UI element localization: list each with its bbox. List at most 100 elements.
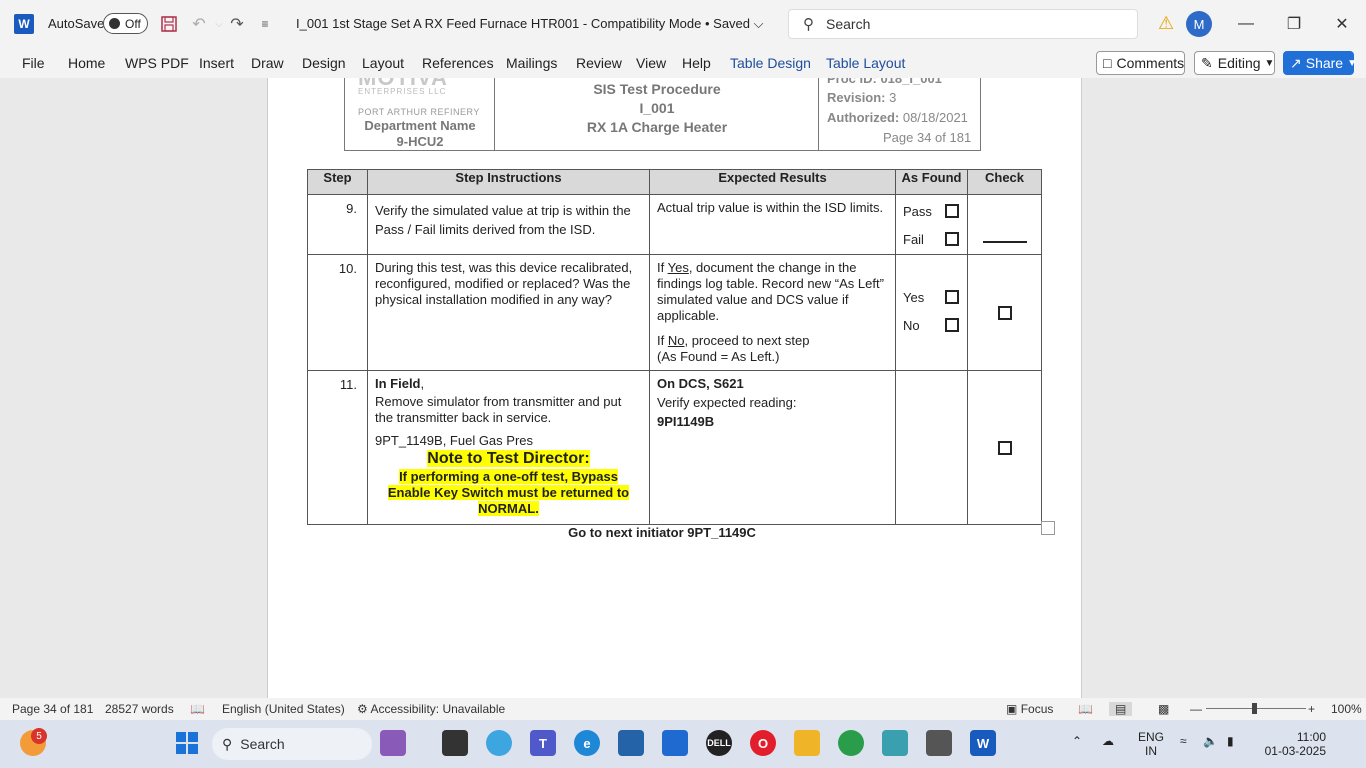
maximize-icon[interactable]: ❐ (1282, 12, 1306, 36)
app-icon[interactable] (926, 730, 952, 756)
tab-mailings[interactable]: Mailings (506, 55, 557, 71)
tab-draw[interactable]: Draw (251, 55, 284, 71)
print-layout-icon[interactable]: ▤ (1109, 702, 1133, 716)
teams-icon[interactable]: T (530, 730, 556, 756)
opera-icon[interactable]: O (750, 730, 776, 756)
tab-design[interactable]: Design (302, 55, 346, 71)
avatar[interactable]: M (1186, 11, 1212, 37)
step-instructions[interactable]: In Field, Remove simulator from transmit… (367, 370, 650, 525)
focus-button[interactable]: ▣ Focus (1006, 702, 1053, 716)
battery-icon[interactable]: ▮ (1227, 734, 1234, 748)
copilot-search-icon[interactable] (380, 730, 406, 756)
expected-results[interactable]: Actual trip value is within the ISD limi… (649, 194, 896, 255)
customize-icon[interactable]: ≡ (254, 13, 276, 35)
pass-checkbox[interactable] (945, 204, 959, 218)
zoom-slider-thumb[interactable] (1252, 703, 1257, 714)
file-explorer-icon[interactable] (794, 730, 820, 756)
dell-icon[interactable]: DELL (706, 730, 732, 756)
taskbar: 5 ⚲ Search T e DELL O W ⌃ ☁ ENG IN ≈ 🔈 ▮… (0, 720, 1366, 768)
language-indicator[interactable]: ENG IN (1138, 730, 1164, 758)
tab-wps-pdf[interactable]: WPS PDF (125, 55, 189, 71)
document-title[interactable]: I_001 1st Stage Set A RX Feed Furnace HT… (296, 16, 764, 32)
editing-label: Editing (1217, 55, 1261, 71)
zoom-out-icon[interactable]: — (1190, 702, 1202, 716)
editing-button[interactable]: ✎ Editing ▼ (1194, 51, 1275, 75)
remove-simulator-text: Remove simulator from transmitter and pu… (375, 394, 622, 425)
volume-icon[interactable]: 🔈 (1203, 734, 1218, 748)
start-icon[interactable] (174, 730, 200, 756)
check-checkbox[interactable] (997, 306, 1012, 321)
word-count[interactable]: 28527 words (105, 702, 174, 716)
document-area[interactable]: MOTIVA ENTERPRISES LLC PORT ARTHUR REFIN… (0, 78, 1366, 698)
wifi-icon[interactable]: ≈ (1180, 734, 1187, 748)
dcs-tag: 9PI1149B (657, 414, 715, 429)
page-count[interactable]: Page 34 of 181 (12, 702, 93, 716)
yes-checkbox[interactable] (945, 290, 959, 304)
step-instructions[interactable]: Verify the simulated value at trip is wi… (367, 194, 650, 255)
initials-line[interactable] (982, 241, 1027, 243)
no-checkbox[interactable] (945, 318, 959, 332)
tab-file[interactable]: File (22, 55, 45, 71)
photos-icon[interactable] (882, 730, 908, 756)
verify-text: Verify expected reading: (657, 395, 797, 410)
as-found-option[interactable]: No (896, 311, 967, 339)
status-bar: Page 34 of 181 28527 words 📖 English (Un… (0, 698, 1366, 720)
tab-layout[interactable]: Layout (362, 55, 404, 71)
tab-review[interactable]: Review (576, 55, 622, 71)
store-icon[interactable] (618, 730, 644, 756)
redo-icon[interactable]: ↷ (226, 13, 248, 35)
proofing-icon[interactable]: 📖 (190, 702, 205, 716)
task-view-icon[interactable] (442, 730, 468, 756)
tab-home[interactable]: Home (68, 55, 105, 71)
tab-table-design[interactable]: Table Design (730, 55, 811, 71)
share-button[interactable]: ↗ Share ▼ (1283, 51, 1357, 75)
step-instructions[interactable]: During this test, was this device recali… (367, 254, 650, 371)
expected-results[interactable]: If Yes, document the change in the findi… (649, 254, 896, 371)
edge-icon[interactable]: e (574, 730, 600, 756)
search-icon: ⚲ (222, 735, 233, 752)
tab-help[interactable]: Help (682, 55, 711, 71)
fail-checkbox[interactable] (945, 232, 959, 246)
power-automate-icon[interactable] (662, 730, 688, 756)
clock[interactable]: 11:00 01-03-2025 (1258, 730, 1326, 758)
word-taskbar-icon[interactable]: W (970, 730, 996, 756)
web-layout-icon[interactable]: ▩ (1158, 702, 1169, 716)
close-icon[interactable]: ✕ (1330, 12, 1354, 36)
as-found-option[interactable]: Fail (896, 225, 967, 253)
autosave-state: Off (125, 16, 141, 31)
tab-insert[interactable]: Insert (199, 55, 234, 71)
search-input[interactable]: ⚲ Search (788, 9, 1138, 39)
check-checkbox[interactable] (997, 441, 1012, 456)
accessibility-status[interactable]: ⚙ Accessibility: Unavailable (357, 702, 505, 716)
comments-label: Comments (1116, 55, 1185, 71)
tab-table-layout[interactable]: Table Layout (826, 55, 905, 71)
save-icon[interactable] (158, 13, 180, 35)
as-found-option[interactable]: Pass (896, 197, 967, 225)
copilot-icon[interactable] (486, 730, 512, 756)
chrome-icon[interactable] (838, 730, 864, 756)
logo-subtitle: ENTERPRISES LLC (358, 87, 447, 96)
language[interactable]: English (United States) (222, 702, 345, 716)
tab-references[interactable]: References (422, 55, 494, 71)
accessibility-icon: ⚙ (357, 702, 368, 716)
cloud-icon[interactable]: ☁ (1102, 734, 1114, 748)
test-step-table[interactable]: Step Step Instructions Expected Results … (307, 169, 1042, 525)
lang-secondary: IN (1145, 744, 1157, 758)
warning-icon[interactable]: ⚠ (1158, 13, 1174, 34)
autosave-toggle[interactable]: Off (103, 13, 148, 34)
chevron-up-icon[interactable]: ⌃ (1072, 734, 1082, 748)
document-page[interactable]: MOTIVA ENTERPRISES LLC PORT ARTHUR REFIN… (267, 78, 1082, 698)
as-found-option[interactable]: Yes (896, 283, 967, 311)
expected-results[interactable]: On DCS, S621 Verify expected reading: 9P… (649, 370, 896, 525)
note-body: If performing a one-off test, Bypass Ena… (387, 469, 630, 516)
taskbar-search[interactable]: ⚲ Search (212, 728, 372, 760)
read-mode-icon[interactable]: 📖 (1078, 702, 1093, 716)
undo-icon[interactable]: ↶ (188, 13, 210, 35)
zoom-in-icon[interactable]: + (1308, 702, 1315, 716)
minimize-icon[interactable]: — (1234, 12, 1258, 36)
yes-label: Yes (903, 289, 925, 305)
comments-button[interactable]: □ Comments (1096, 51, 1185, 75)
tab-view[interactable]: View (636, 55, 666, 71)
table-resize-handle[interactable] (1041, 521, 1055, 535)
zoom-level[interactable]: 100% (1331, 702, 1362, 716)
